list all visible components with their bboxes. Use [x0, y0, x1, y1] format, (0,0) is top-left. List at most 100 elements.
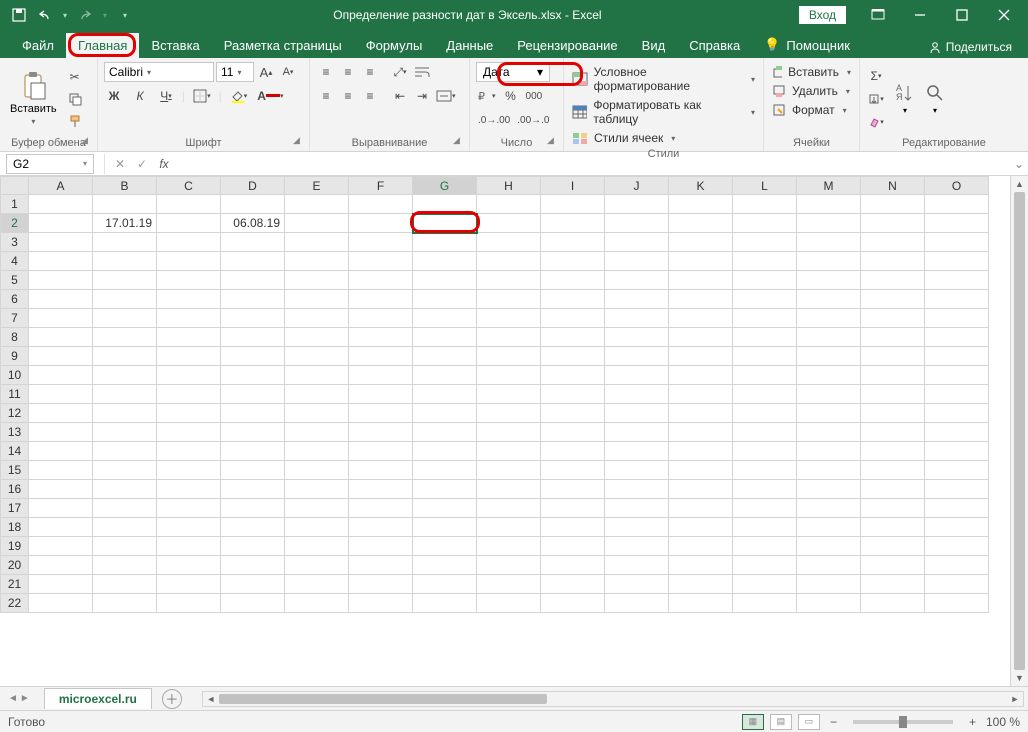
- cell[interactable]: [221, 423, 285, 442]
- row-header[interactable]: 18: [1, 518, 29, 537]
- row-header[interactable]: 6: [1, 290, 29, 309]
- cell[interactable]: [285, 252, 349, 271]
- cell[interactable]: [861, 404, 925, 423]
- cell[interactable]: [29, 537, 93, 556]
- cell[interactable]: [733, 214, 797, 233]
- delete-cells-button[interactable]: Удалить▾: [770, 83, 853, 99]
- cell[interactable]: [797, 442, 861, 461]
- cell[interactable]: [413, 423, 477, 442]
- row-header[interactable]: 4: [1, 252, 29, 271]
- cell[interactable]: [605, 575, 669, 594]
- tab-help[interactable]: Справка: [677, 33, 752, 58]
- column-header[interactable]: J: [605, 177, 669, 195]
- cell[interactable]: [285, 347, 349, 366]
- cell[interactable]: [285, 214, 349, 233]
- cell[interactable]: [221, 480, 285, 499]
- cell[interactable]: [861, 518, 925, 537]
- cell[interactable]: [413, 499, 477, 518]
- save-icon[interactable]: [8, 4, 30, 26]
- cell[interactable]: [157, 271, 221, 290]
- cell[interactable]: [285, 195, 349, 214]
- cell[interactable]: [413, 556, 477, 575]
- cell[interactable]: [861, 442, 925, 461]
- cell[interactable]: [93, 271, 157, 290]
- cell[interactable]: [541, 594, 605, 613]
- cell[interactable]: [157, 575, 221, 594]
- number-launcher[interactable]: ◢: [547, 135, 559, 147]
- cell[interactable]: [29, 385, 93, 404]
- cell[interactable]: [93, 423, 157, 442]
- add-sheet-button[interactable]: ＋: [162, 689, 182, 709]
- cell[interactable]: [861, 195, 925, 214]
- vertical-scrollbar[interactable]: ▲ ▼: [1010, 176, 1028, 686]
- cell[interactable]: [157, 537, 221, 556]
- row-header[interactable]: 17: [1, 499, 29, 518]
- align-right-icon[interactable]: ≡: [360, 86, 380, 106]
- cell[interactable]: [285, 556, 349, 575]
- decrease-decimal-icon[interactable]: .00→.0: [515, 110, 551, 130]
- cell[interactable]: [669, 271, 733, 290]
- cell[interactable]: [477, 252, 541, 271]
- cell[interactable]: [413, 442, 477, 461]
- column-header[interactable]: A: [29, 177, 93, 195]
- cell[interactable]: [349, 290, 413, 309]
- cell[interactable]: [797, 594, 861, 613]
- cell[interactable]: [413, 233, 477, 252]
- cell[interactable]: [605, 290, 669, 309]
- cell[interactable]: [477, 499, 541, 518]
- insert-function-icon[interactable]: fx: [153, 154, 175, 174]
- cell[interactable]: [797, 214, 861, 233]
- cell[interactable]: [157, 385, 221, 404]
- cell[interactable]: [349, 404, 413, 423]
- cell[interactable]: [93, 195, 157, 214]
- cell[interactable]: [541, 214, 605, 233]
- cell[interactable]: [605, 233, 669, 252]
- cell[interactable]: [29, 328, 93, 347]
- tab-data[interactable]: Данные: [434, 33, 505, 58]
- cell[interactable]: [349, 309, 413, 328]
- row-header[interactable]: 8: [1, 328, 29, 347]
- cell[interactable]: [797, 271, 861, 290]
- cell[interactable]: [413, 271, 477, 290]
- cell[interactable]: [797, 366, 861, 385]
- cell[interactable]: [669, 442, 733, 461]
- cell[interactable]: [925, 575, 989, 594]
- cell[interactable]: [157, 404, 221, 423]
- cell[interactable]: [925, 309, 989, 328]
- increase-indent-icon[interactable]: ⇥: [412, 86, 432, 106]
- row-header[interactable]: 19: [1, 537, 29, 556]
- cell[interactable]: [93, 328, 157, 347]
- tab-file[interactable]: Файл: [10, 33, 66, 58]
- align-top-icon[interactable]: ≡: [316, 62, 336, 82]
- increase-decimal-icon[interactable]: .0→.00: [476, 110, 512, 130]
- cell[interactable]: [413, 404, 477, 423]
- cell[interactable]: [413, 594, 477, 613]
- cell[interactable]: [861, 271, 925, 290]
- comma-format-icon[interactable]: 000: [524, 86, 545, 106]
- cell[interactable]: [797, 347, 861, 366]
- underline-button[interactable]: Ч ▾: [156, 86, 176, 106]
- cell[interactable]: [93, 252, 157, 271]
- minimize-icon[interactable]: [900, 0, 940, 30]
- cell[interactable]: [93, 518, 157, 537]
- cell[interactable]: [541, 309, 605, 328]
- cell[interactable]: [669, 214, 733, 233]
- redo-icon[interactable]: [74, 4, 96, 26]
- cell[interactable]: [797, 461, 861, 480]
- cell[interactable]: [157, 442, 221, 461]
- cell[interactable]: [221, 556, 285, 575]
- cell[interactable]: [93, 556, 157, 575]
- cell[interactable]: [29, 252, 93, 271]
- cell[interactable]: [157, 461, 221, 480]
- row-header[interactable]: 22: [1, 594, 29, 613]
- hscroll-thumb[interactable]: [219, 694, 547, 704]
- cell[interactable]: [285, 423, 349, 442]
- cell[interactable]: [605, 366, 669, 385]
- cell[interactable]: [925, 195, 989, 214]
- cell[interactable]: [477, 233, 541, 252]
- cell-styles-button[interactable]: Стили ячеек▾: [570, 130, 757, 146]
- cell[interactable]: [541, 537, 605, 556]
- cell[interactable]: [93, 309, 157, 328]
- tab-review[interactable]: Рецензирование: [505, 33, 629, 58]
- cell[interactable]: [925, 214, 989, 233]
